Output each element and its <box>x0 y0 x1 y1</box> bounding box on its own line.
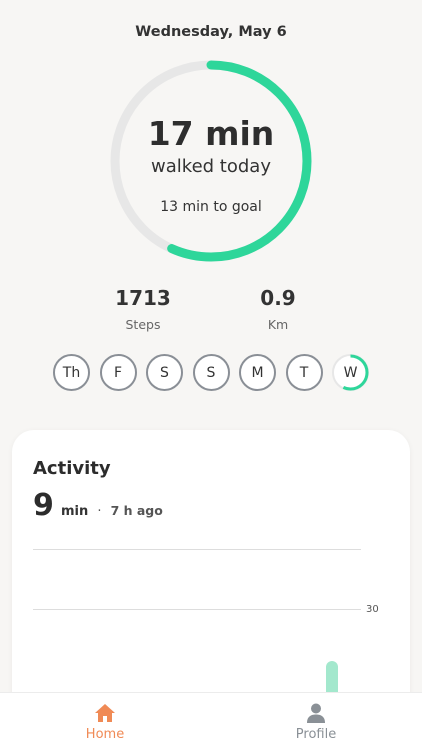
day-5-button[interactable]: T <box>285 354 323 391</box>
tab-profile[interactable]: Profile <box>256 703 376 742</box>
activity-title: Activity <box>33 458 111 479</box>
bottom-tab-bar: Home Profile <box>0 692 422 750</box>
distance-stat: 0.9 Km <box>228 286 328 332</box>
chart-gridline <box>33 549 361 550</box>
steps-stat: 1713 Steps <box>93 286 193 332</box>
day-label: S <box>160 364 169 381</box>
distance-value: 0.9 <box>260 286 296 310</box>
chart-axis-label: 30 <box>366 604 379 615</box>
goal-remaining: 13 min to goal <box>160 199 262 215</box>
tab-profile-label: Profile <box>295 727 337 742</box>
day-6-button[interactable]: W <box>332 354 369 391</box>
day-label: S <box>206 364 216 381</box>
day-label: M <box>251 364 264 381</box>
walked-today-label: walked today <box>151 156 271 177</box>
tab-home[interactable]: Home <box>45 703 165 742</box>
progress-ring: 17 min walked today 13 min to goal <box>106 56 316 266</box>
steps-label: Steps <box>125 317 161 332</box>
home-icon <box>95 704 115 722</box>
chart-gridline <box>33 609 361 610</box>
activity-summary: 9 min · 7 h ago <box>33 488 163 523</box>
distance-label: Km <box>267 317 289 332</box>
separator-dot: · <box>97 504 102 519</box>
minutes-walked: 17 min <box>147 114 275 153</box>
day-0-button[interactable]: Th <box>53 354 90 391</box>
date-header: Wednesday, May 6 <box>135 24 287 40</box>
week-day-selector: Th F S S M T W <box>53 354 373 392</box>
activity-unit: min <box>60 504 89 519</box>
day-4-button[interactable]: M <box>239 354 276 391</box>
activity-minutes: 9 <box>33 488 54 523</box>
steps-value: 1713 <box>115 286 171 310</box>
day-2-button[interactable]: S <box>146 354 183 391</box>
tab-home-label: Home <box>85 727 125 742</box>
day-label: Th <box>62 364 81 381</box>
person-icon <box>307 703 325 723</box>
day-label: F <box>113 364 123 381</box>
day-label: T <box>299 364 309 381</box>
activity-time-ago: 7 h ago <box>110 503 163 518</box>
day-1-button[interactable]: F <box>99 354 137 391</box>
day-3-button[interactable]: S <box>192 354 230 391</box>
day-label: W <box>343 364 358 381</box>
